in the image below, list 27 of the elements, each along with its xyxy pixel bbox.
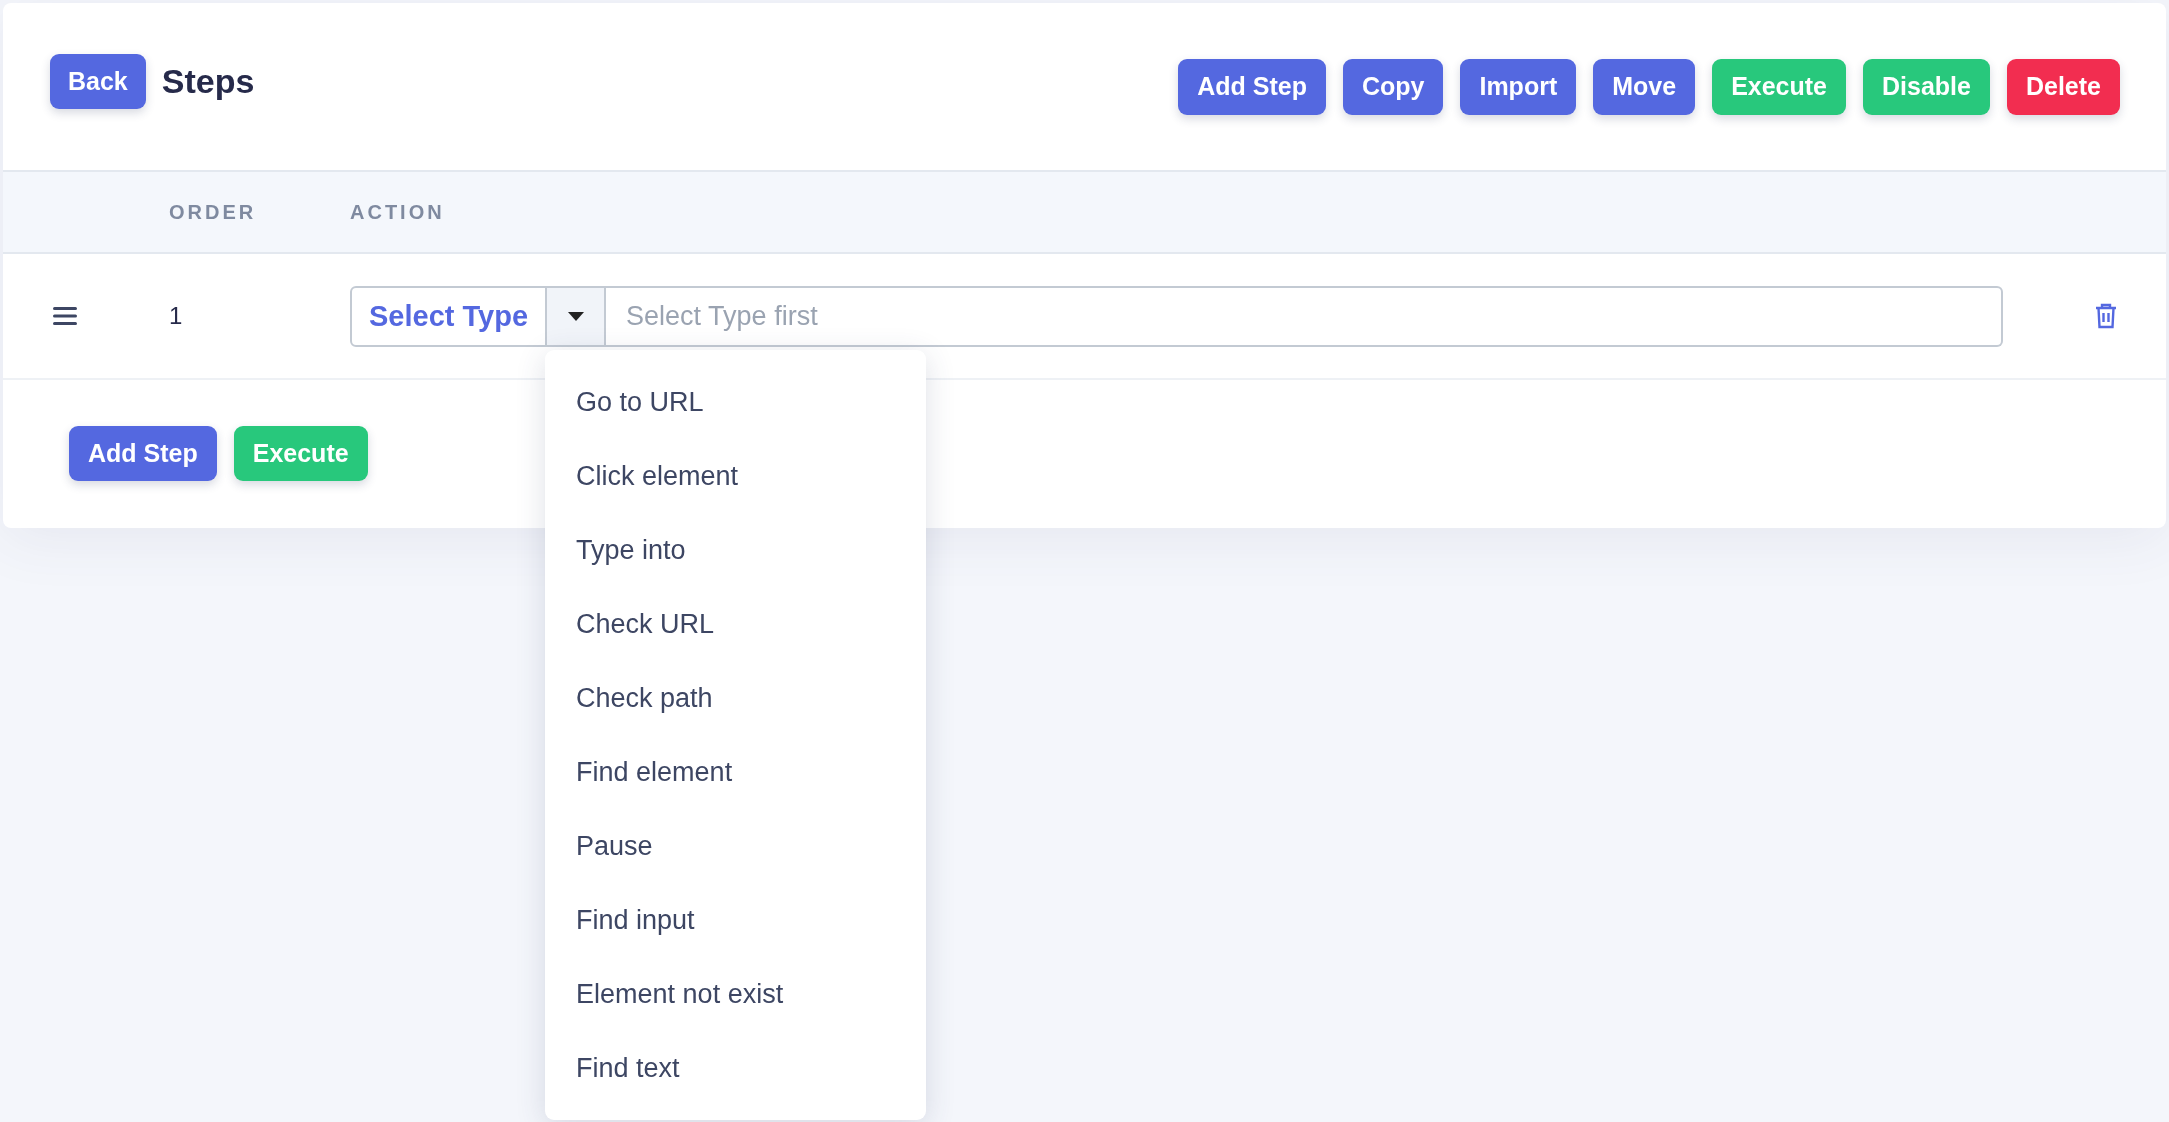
toolbar-button[interactable]: Import: [1460, 58, 1577, 115]
menu-item[interactable]: Find element: [545, 735, 927, 810]
trash-icon[interactable]: [2095, 303, 2117, 329]
menu-item[interactable]: Pause: [545, 809, 927, 884]
page-title: Steps: [161, 62, 255, 101]
menu-item[interactable]: Check path: [545, 661, 927, 736]
menu-item[interactable]: Type into: [545, 513, 927, 588]
value-input[interactable]: Select Type first: [606, 285, 2003, 347]
menu-item[interactable]: Find input: [545, 883, 927, 958]
toolbar-button[interactable]: Move: [1593, 58, 1696, 115]
type-select[interactable]: Select Type: [350, 285, 548, 347]
menu-item[interactable]: Click element: [545, 439, 927, 514]
column-header: ORDER: [169, 200, 258, 224]
menu-item[interactable]: Go to URL: [545, 365, 927, 440]
dropdown-toggle[interactable]: [547, 285, 607, 347]
toolbar-button[interactable]: Delete: [2006, 58, 2120, 115]
column-header: ACTION: [350, 200, 446, 224]
menu-item[interactable]: Check URL: [545, 587, 927, 662]
toolbar-button[interactable]: Copy: [1342, 58, 1444, 115]
drag-handle-icon[interactable]: [53, 307, 77, 325]
menu-item[interactable]: Element not exist: [545, 957, 927, 1032]
order-number: 1: [169, 302, 184, 330]
footer-button[interactable]: Add Step: [69, 425, 217, 481]
toolbar-button[interactable]: Add Step: [1178, 58, 1326, 115]
menu-item[interactable]: Find text: [545, 1031, 927, 1106]
back-button[interactable]: Back: [50, 54, 146, 109]
caret-icon: [567, 311, 584, 321]
